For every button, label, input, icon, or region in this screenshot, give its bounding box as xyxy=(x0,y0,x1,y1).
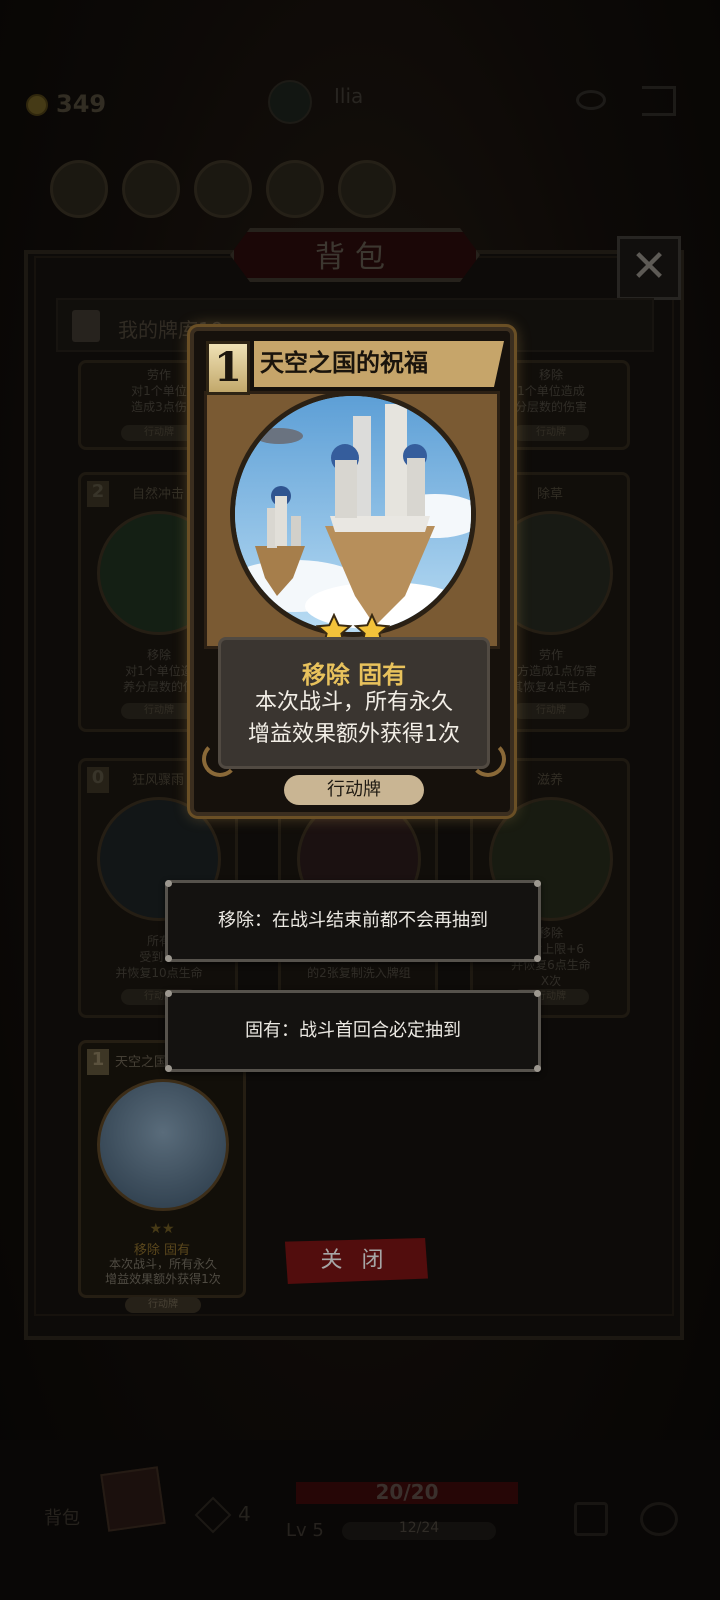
swirl-ornament xyxy=(470,741,506,777)
corner-rivet xyxy=(165,955,172,962)
corner-rivet xyxy=(534,880,541,887)
card-desc-line: 本次战斗，所有永久 xyxy=(254,690,453,715)
card-desc-line: 增益效果额外获得1次 xyxy=(248,722,460,747)
card-type: 行动牌 xyxy=(284,775,424,805)
tooltip-text: 固有：战斗首回合必定抽到 xyxy=(245,1020,461,1041)
corner-rivet xyxy=(165,1065,172,1072)
keyword-tooltip-remove: 移除：在战斗结束前都不会再抽到 xyxy=(165,880,541,962)
swirl-ornament xyxy=(202,741,238,777)
card-description: 本次战斗，所有永久 增益效果额外获得1次 xyxy=(218,687,490,751)
card-name: 天空之国的祝福 xyxy=(260,349,428,377)
corner-rivet xyxy=(534,955,541,962)
card-art-sky-castle xyxy=(230,391,476,637)
sky-castle-illustration xyxy=(235,396,471,632)
card-cost: 1 xyxy=(206,341,250,395)
corner-rivet xyxy=(534,990,541,997)
keyword-tooltip-innate: 固有：战斗首回合必定抽到 xyxy=(165,990,541,1072)
card-tags: 移除 固有 xyxy=(301,661,407,689)
featured-card: 1 天空之国的祝福 移除 固有 本次战斗，所有永久 增益效果额外获得1次 行动牌 xyxy=(190,327,514,816)
corner-rivet xyxy=(165,880,172,887)
corner-rivet xyxy=(534,1065,541,1072)
corner-rivet xyxy=(165,990,172,997)
tooltip-text: 移除：在战斗结束前都不会再抽到 xyxy=(218,910,488,931)
